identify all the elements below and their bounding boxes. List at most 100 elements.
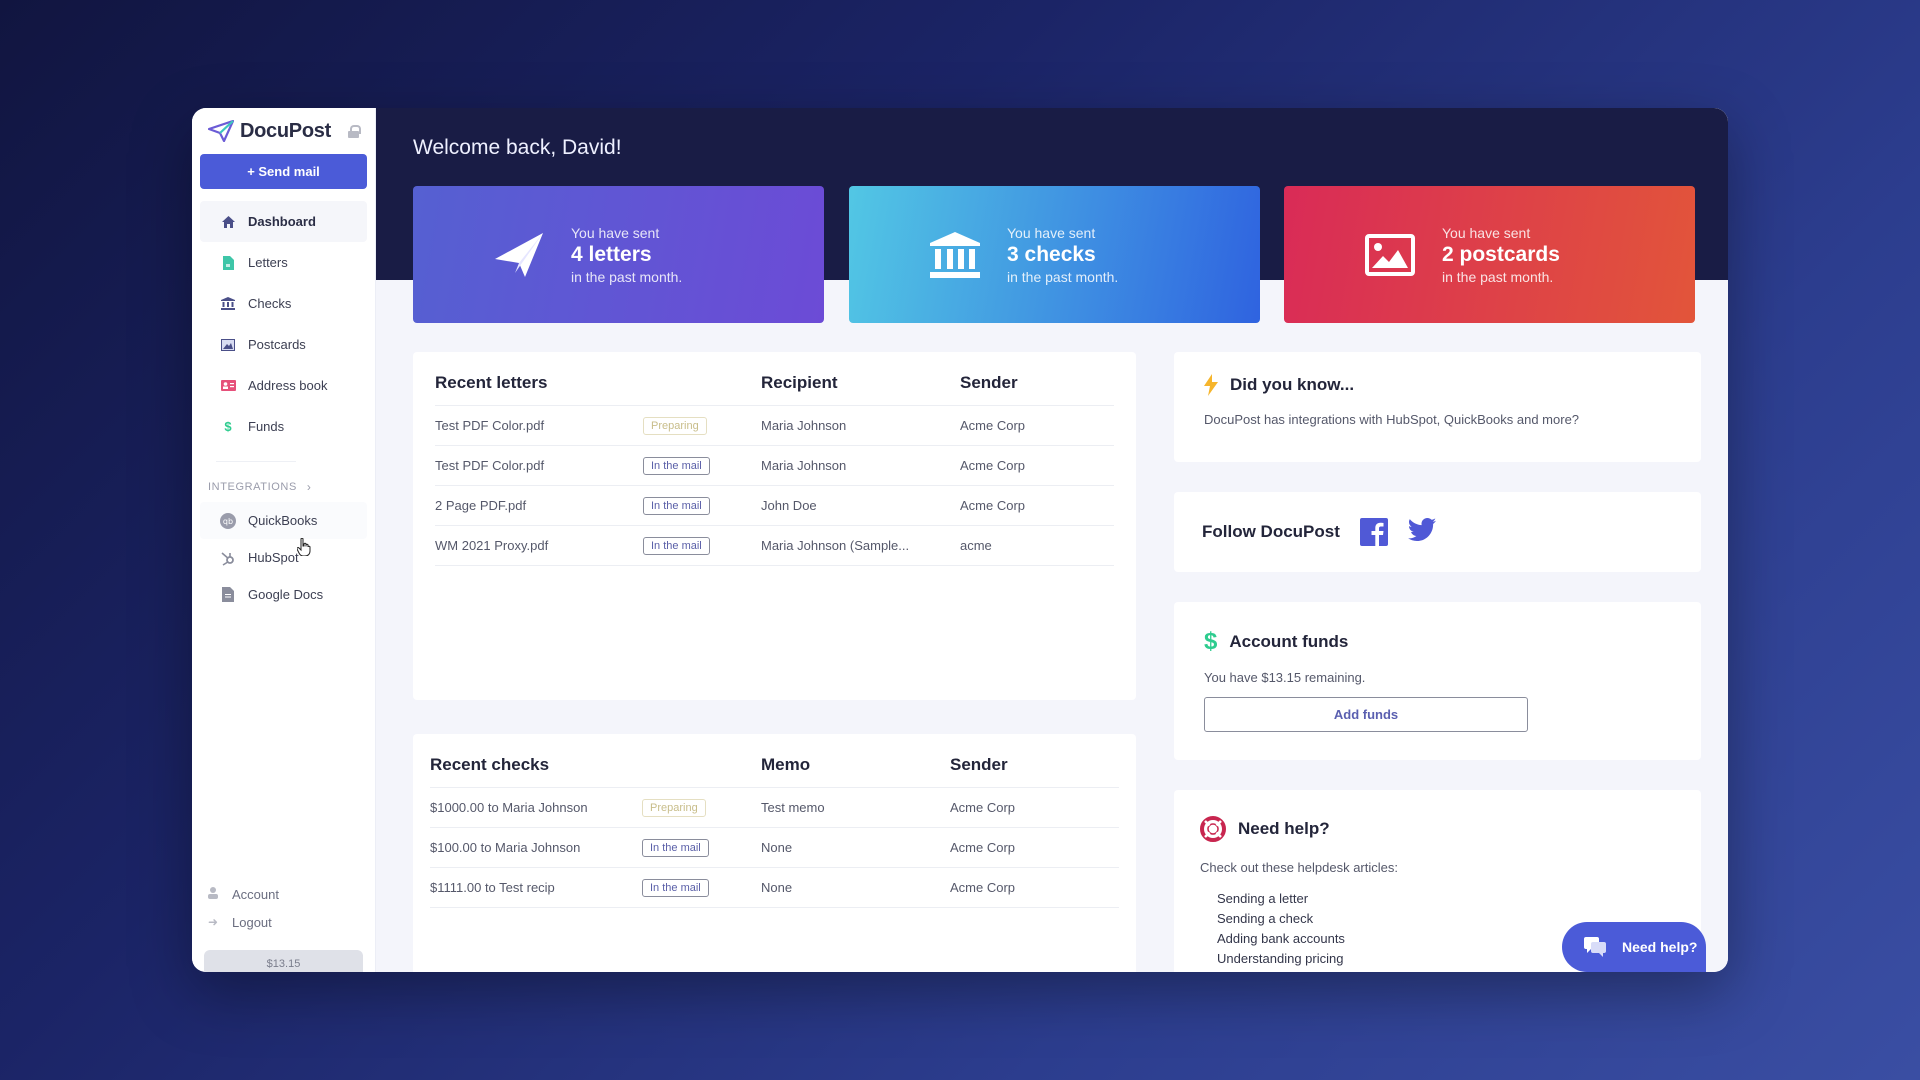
sidebar-item-address-book[interactable]: Address book <box>200 365 367 406</box>
did-you-know-panel: Did you know... DocuPost has integration… <box>1174 352 1701 462</box>
sidebar-item-letters[interactable]: Letters <box>200 242 367 283</box>
recipient-cell: Maria Johnson <box>761 418 847 433</box>
did-you-know-title: Did you know... <box>1204 374 1671 396</box>
lightning-icon <box>1204 374 1218 396</box>
table-row[interactable]: WM 2021 Proxy.pdf In the mail Maria Johnso… <box>435 525 1114 566</box>
memo-cell: None <box>761 880 793 895</box>
status-badge-cell: In the mail <box>642 827 761 868</box>
chat-button-label: Need help? <box>1622 939 1698 955</box>
sidebar-item-google-docs[interactable]: Google Docs <box>200 576 367 613</box>
status-badge: Preparing <box>643 416 707 435</box>
sidebar-item-postcards[interactable]: Postcards <box>200 324 367 365</box>
item-name-cell: $100.00 to Maria Johnson <box>430 827 642 868</box>
status-badge-cell: In the mail <box>643 445 761 486</box>
sidebar-item-label: HubSpot <box>248 550 299 565</box>
stat-card-checks[interactable]: You have sent 3 checks in the past month… <box>849 186 1260 323</box>
recent-letters-table: Recent letters Recipient Sender Test PDF… <box>435 370 1114 566</box>
table-row[interactable]: Test PDF Color.pdf Preparing Maria Johnson… <box>435 405 1114 446</box>
need-help-heading: Need help? <box>1238 819 1330 838</box>
memo-cell-cell: None <box>761 867 950 908</box>
chat-icon <box>1584 937 1606 957</box>
sidebar-bottom: Account ➜ Logout $13.15 <box>192 880 375 972</box>
twitter-icon[interactable] <box>1407 518 1436 546</box>
table-row[interactable]: $1000.00 to Maria Johnson Preparing Test m… <box>430 787 1119 828</box>
sidebar-item-logout[interactable]: ➜ Logout <box>192 908 375 936</box>
sender-cell: Acme Corp <box>950 800 1016 815</box>
stat-text: You have sent 4 letters in the past mont… <box>571 225 682 285</box>
add-funds-button[interactable]: Add funds <box>1204 697 1528 732</box>
address-card-icon <box>220 378 236 394</box>
recent-checks-body: $1000.00 to Maria Johnson Preparing Test m… <box>430 787 1119 908</box>
sender-cell-cell: Acme Corp <box>960 485 1114 526</box>
account-funds-heading: Account funds <box>1229 632 1349 651</box>
mouse-pointer-hand-icon <box>297 538 311 556</box>
sidebar-item-hubspot[interactable]: HubSpot <box>200 539 367 576</box>
sender-cell-cell: Acme Corp <box>950 827 1119 868</box>
dollar-icon: $ <box>224 419 232 434</box>
send-mail-button[interactable]: + Send mail <box>200 154 367 189</box>
stat-card-postcards[interactable]: You have sent 2 postcards in the past mo… <box>1284 186 1695 323</box>
column-header: Recent letters <box>435 370 643 406</box>
image-icon <box>220 337 236 353</box>
stat-value: 3 checks <box>1007 242 1096 266</box>
paper-plane-icon <box>493 229 545 281</box>
sender-cell-cell: Acme Corp <box>950 867 1119 908</box>
sidebar-item-label: Letters <box>248 255 288 270</box>
account-funds-panel: $ Account funds You have $13.15 remainin… <box>1174 602 1701 760</box>
need-help-text: Check out these helpdesk articles: <box>1200 860 1398 875</box>
table-row[interactable]: Test PDF Color.pdf In the mail Maria Johns… <box>435 445 1114 486</box>
follow-heading: Follow DocuPost <box>1202 522 1340 541</box>
sidebar-item-label: Dashboard <box>248 214 316 229</box>
table-header-row: Recent letters Recipient Sender <box>435 370 1114 406</box>
sidebar-item-label: Funds <box>248 419 285 434</box>
docupost-logo-icon <box>208 120 234 142</box>
logout-icon: ➜ <box>208 915 219 929</box>
recipient-cell: Maria Johnson (Sample... <box>761 538 910 553</box>
sidebar-item-funds[interactable]: $ Funds <box>200 406 367 447</box>
sidebar-item-label: Account <box>232 886 279 902</box>
recent-letters-panel: Recent letters Recipient Sender Test PDF… <box>413 352 1136 700</box>
column-header: Memo <box>761 752 950 788</box>
image-icon <box>1364 229 1416 281</box>
facebook-icon[interactable] <box>1359 518 1388 546</box>
memo-cell-cell: None <box>761 827 950 868</box>
sidebar-item-quickbooks[interactable]: qb QuickBooks <box>200 502 367 539</box>
dollar-icon: $ <box>1204 628 1218 655</box>
stat-value: 4 letters <box>571 242 652 266</box>
sidebar-nav: Dashboard Letters Checks Postcards Addre… <box>192 201 375 447</box>
document-icon <box>220 255 236 271</box>
sender-cell: Acme Corp <box>950 880 1016 895</box>
stat-pre: You have sent <box>1442 224 1531 241</box>
item-name-cell: Test PDF Color.pdf <box>435 405 643 446</box>
sidebar-item-checks[interactable]: Checks <box>200 283 367 324</box>
helpdesk-article-link[interactable]: Sending a letter <box>1217 889 1671 909</box>
recipient-cell-cell: Maria Johnson <box>761 445 960 486</box>
lock-icon[interactable] <box>348 124 361 138</box>
bank-icon <box>220 296 236 312</box>
brand-name: DocuPost <box>240 119 331 142</box>
integrations-header[interactable]: INTEGRATIONS › <box>192 480 375 494</box>
status-badge-cell: Preparing <box>642 787 761 828</box>
sender-cell: acme <box>960 538 992 553</box>
sidebar-item-label: Checks <box>248 296 292 311</box>
stat-card-letters[interactable]: You have sent 4 letters in the past mont… <box>413 186 824 323</box>
home-icon <box>220 214 236 230</box>
app-window: DocuPost + Send mail Dashboard Letters C… <box>192 108 1728 972</box>
column-header: Sender <box>960 370 1114 406</box>
sidebar-item-label: Address book <box>248 378 328 393</box>
chevron-right-icon: › <box>306 480 312 494</box>
quickbooks-icon: qb <box>220 512 236 529</box>
bank-icon <box>929 229 981 281</box>
column-header: Recipient <box>761 370 960 406</box>
need-help-chat-button[interactable]: Need help? <box>1562 922 1706 972</box>
sidebar-item-account[interactable]: Account <box>192 880 375 908</box>
table-row[interactable]: $100.00 to Maria Johnson In the mail None A… <box>430 827 1119 868</box>
item-name: $1000.00 to Maria Johnson <box>430 800 588 815</box>
sidebar-item-dashboard[interactable]: Dashboard <box>200 201 367 242</box>
column-header <box>643 370 761 406</box>
stat-post: in the past month. <box>1007 268 1119 285</box>
table-row[interactable]: 2 Page PDF.pdf In the mail John Doe Acme Co… <box>435 485 1114 526</box>
google-docs-icon <box>220 587 236 603</box>
table-row[interactable]: $1111.00 to Test recip In the mail None Acm… <box>430 867 1119 908</box>
memo-cell: Test memo <box>761 800 825 815</box>
